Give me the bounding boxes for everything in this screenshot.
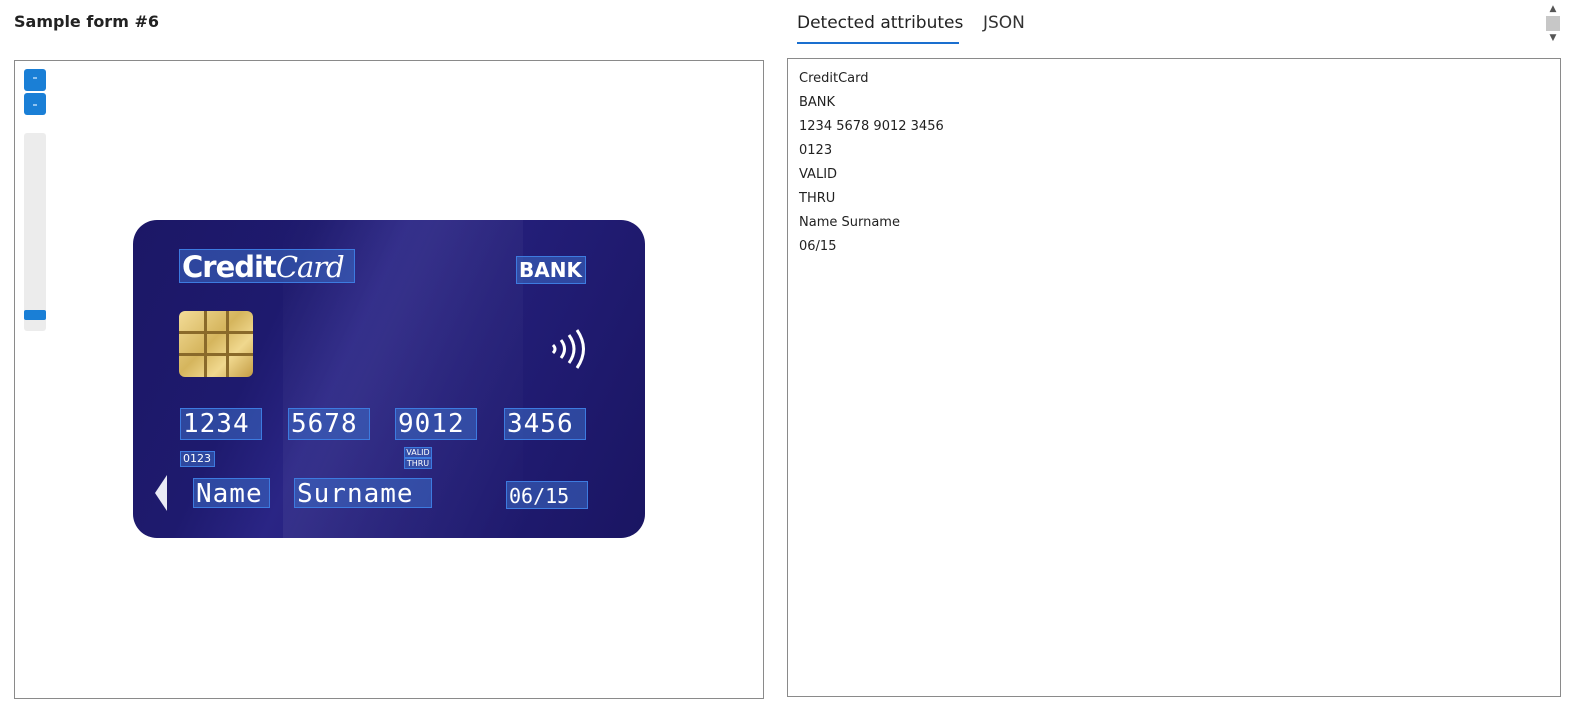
highlight-holder-first[interactable]: Name xyxy=(193,478,270,509)
arrow-left-icon xyxy=(155,475,167,511)
contactless-icon xyxy=(551,329,585,369)
highlight-number-group-4[interactable]: 3456 xyxy=(504,408,586,440)
tab-detected-attributes[interactable]: Detected attributes xyxy=(797,13,963,33)
highlight-small-code[interactable]: 0123 xyxy=(180,451,215,467)
highlight-holder-last[interactable]: Surname xyxy=(294,478,432,509)
highlight-number-group-3[interactable]: 9012 xyxy=(395,408,477,440)
attribute-item: Name Surname xyxy=(799,215,900,230)
zoom-out-button[interactable] xyxy=(24,93,46,115)
attributes-panel: CreditCard BANK 1234 5678 9012 3456 0123… xyxy=(787,58,1561,697)
attribute-item: VALID xyxy=(799,167,838,182)
attribute-item: 0123 xyxy=(799,143,833,158)
scrollbar-thumb[interactable] xyxy=(1546,16,1560,31)
highlight-bank[interactable]: BANK xyxy=(516,256,586,284)
attribute-item: 06/15 xyxy=(799,239,837,254)
credit-card-image: CreditCard BANK 1234 5678 9012 3456 0123… xyxy=(133,220,645,538)
highlight-number-group-2[interactable]: 5678 xyxy=(288,408,370,440)
zoom-slider[interactable] xyxy=(24,133,46,331)
chip-icon xyxy=(179,311,253,377)
zoom-in-button[interactable] xyxy=(24,69,46,91)
attribute-item: 1234 5678 9012 3456 xyxy=(799,119,944,134)
brand-bold: Credit xyxy=(182,250,277,284)
attribute-item: BANK xyxy=(799,95,836,110)
attribute-item: CreditCard xyxy=(799,71,869,86)
active-tab-indicator xyxy=(797,42,959,44)
highlight-expiry[interactable]: 06/15 xyxy=(506,481,588,509)
highlight-thru[interactable]: THRU xyxy=(404,458,432,469)
form-title: Sample form #6 xyxy=(14,12,159,31)
highlight-brand[interactable]: CreditCard xyxy=(179,249,355,284)
document-viewer: CreditCard BANK 1234 5678 9012 3456 0123… xyxy=(14,60,764,699)
scroll-up-icon[interactable]: ▲ xyxy=(1546,2,1560,16)
highlight-valid[interactable]: VALID xyxy=(404,447,432,458)
brand-script: Card xyxy=(275,250,345,284)
attribute-list: CreditCard BANK 1234 5678 9012 3456 0123… xyxy=(799,67,944,259)
tab-json[interactable]: JSON xyxy=(983,13,1025,33)
attribute-item: THRU xyxy=(799,191,836,206)
scroll-down-icon[interactable]: ▼ xyxy=(1546,31,1560,45)
highlight-number-group-1[interactable]: 1234 xyxy=(180,408,262,440)
zoom-slider-thumb[interactable] xyxy=(24,310,46,320)
